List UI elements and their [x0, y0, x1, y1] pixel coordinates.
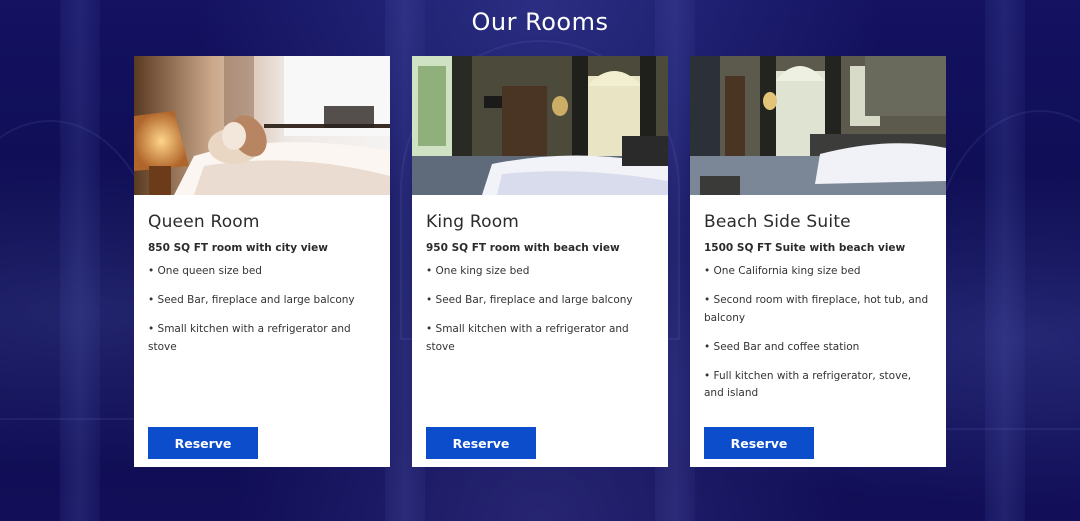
feature-item: • One California king size bed	[704, 265, 861, 277]
feature-item: • Small kitchen with a refrigerator and …	[148, 323, 351, 353]
feature-item: • Seed Bar, fireplace and large balcony	[426, 294, 633, 306]
feature-item: • Seed Bar and coffee station	[704, 340, 860, 353]
page-title: Our Rooms	[471, 8, 609, 36]
room-title: King Room	[426, 212, 520, 232]
reserve-button-beach-suite[interactable]: Reserve	[704, 427, 814, 459]
feature-item: • Full kitchen with a refrigerator, stov…	[704, 369, 912, 400]
feature-list: • One queen size bed • Seed Bar, firepla…	[148, 263, 376, 356]
feature-list: • One king size bed • Seed Bar, fireplac…	[426, 263, 654, 356]
room-title: Queen Room	[148, 212, 260, 232]
feature-item: • One queen size bed	[148, 265, 262, 277]
room-subtitle: 1500 SQ FT Suite with beach view	[704, 242, 906, 254]
room-subtitle: 950 SQ FT room with beach view	[426, 242, 620, 254]
queen-room-photo	[134, 56, 390, 195]
feature-item: • One king size bed	[426, 265, 530, 277]
feature-item: • Small kitchen with a refrigerator and …	[426, 323, 629, 353]
feature-item: • Seed Bar, fireplace and large balcony	[148, 294, 355, 306]
feature-item: • Second room with fireplace, hot tub, a…	[704, 294, 929, 324]
reserve-button-queen[interactable]: Reserve	[148, 427, 258, 459]
king-room-photo	[412, 56, 668, 195]
reserve-button-king[interactable]: Reserve	[426, 427, 536, 459]
room-subtitle: 850 SQ FT room with city view	[148, 242, 328, 254]
room-title: Beach Side Suite	[704, 212, 851, 232]
room-card-beach-suite: Beach Side Suite 1500 SQ FT Suite with b…	[690, 56, 946, 467]
feature-list: • One California king size bed • Second …	[704, 263, 932, 403]
beach-suite-photo	[690, 56, 946, 195]
room-card-queen: Queen Room 850 SQ FT room with city view…	[134, 56, 390, 467]
room-card-king: King Room 950 SQ FT room with beach view…	[412, 56, 668, 467]
